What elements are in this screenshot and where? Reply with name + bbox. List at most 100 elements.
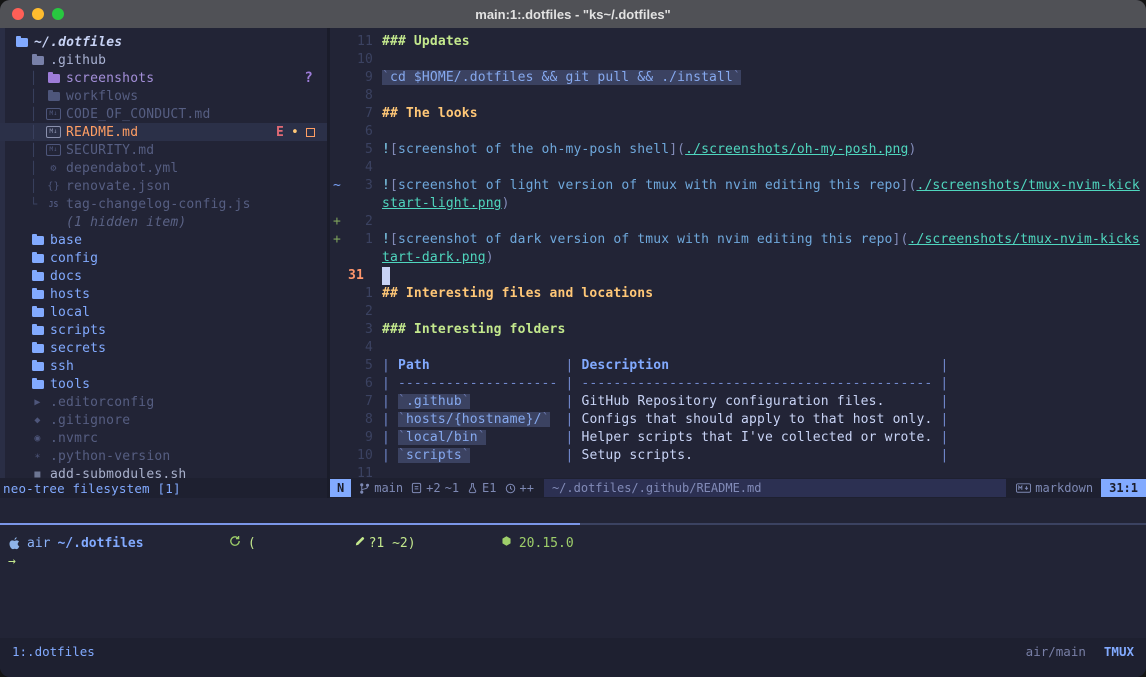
- tree-item-code_of_conduct.md[interactable]: │M↓CODE_OF_CONDUCT.md: [0, 105, 327, 123]
- tree-item-.editorconfig[interactable]: ▶.editorconfig: [0, 393, 327, 411]
- gear-icon: ⚙: [46, 163, 61, 174]
- line-text: ![screenshot of the oh-my-posh shell](./…: [382, 141, 917, 159]
- tree-item-.python-version[interactable]: ∗.python-version: [0, 447, 327, 465]
- line-text: ![screenshot of light version of tmux wi…: [382, 177, 1140, 195]
- tree-item-tag-changelog-config.js[interactable]: └JStag-changelog-config.js: [0, 195, 327, 213]
- diff-added: +2: [426, 481, 440, 495]
- tree-indent-guide: │: [30, 179, 46, 193]
- extra-segment: ++: [505, 481, 534, 495]
- tree-item-1-hidden-item[interactable]: (1 hidden item): [0, 213, 327, 231]
- tree-indent-guide: │: [30, 125, 46, 139]
- gutter-sign: [330, 267, 348, 285]
- line-text: ### Interesting folders: [382, 321, 565, 339]
- nvim-statusline: N main +2: [330, 478, 1146, 498]
- tree-item-tools[interactable]: tools: [0, 375, 327, 393]
- gutter-sign: [330, 303, 348, 321]
- line-text: | `scripts` | Setup scripts. |: [382, 447, 948, 465]
- editor-line[interactable]: 9`cd $HOME/.dotfiles && git pull && ./in…: [330, 69, 1146, 87]
- tree-item-label: .editorconfig: [50, 395, 154, 410]
- editor-pane[interactable]: 11### Updates 10 9`cd $HOME/.dotfiles &&…: [330, 28, 1146, 498]
- tree-item-label: README.md: [66, 125, 138, 140]
- tree-indent-guide: │: [30, 71, 46, 85]
- line-number: [348, 249, 373, 267]
- tree-item-.dotfiles[interactable]: ~/.dotfiles: [0, 33, 327, 51]
- editor-buffer[interactable]: 11### Updates 10 9`cd $HOME/.dotfiles &&…: [330, 28, 1146, 478]
- node-icon: [423, 520, 512, 566]
- cursor-position: 31:1: [1101, 479, 1146, 497]
- js-icon: JS: [46, 200, 61, 209]
- tree-item-hosts[interactable]: hosts: [0, 285, 327, 303]
- line-number: 10: [348, 447, 373, 465]
- line-number: 9: [348, 69, 373, 87]
- tree-item-config[interactable]: config: [0, 249, 327, 267]
- editor-line[interactable]: 9| `local/bin` | Helper scripts that I'v…: [330, 429, 1146, 447]
- gutter-sign: [330, 447, 348, 465]
- line-number: 2: [348, 213, 373, 231]
- tree-item-renovate.json[interactable]: │{}renovate.json: [0, 177, 327, 195]
- line-text: | `hosts/{hostname}/` | Configs that sho…: [382, 411, 948, 429]
- line-number: 7: [348, 393, 373, 411]
- tree-item-dependabot.yml[interactable]: │⚙dependabot.yml: [0, 159, 327, 177]
- tree-item-scripts[interactable]: scripts: [0, 321, 327, 339]
- editor-line[interactable]: +2: [330, 213, 1146, 231]
- editor-line[interactable]: start-light.png): [330, 195, 1146, 213]
- text-cursor: [382, 267, 390, 285]
- markdown-icon: [1016, 483, 1031, 493]
- tree-item-base[interactable]: base: [0, 231, 327, 249]
- diagnostics-segment: E1: [467, 481, 496, 495]
- tree-item-local[interactable]: local: [0, 303, 327, 321]
- terminal-window: main:1:.dotfiles - "ks~/.dotfiles" ~/.do…: [0, 0, 1146, 677]
- tree-indent-guide: │: [30, 161, 46, 175]
- editor-line[interactable]: 10: [330, 51, 1146, 69]
- editor-line[interactable]: 4: [330, 339, 1146, 357]
- gutter-sign: [330, 339, 348, 357]
- editor-line[interactable]: 1## Interesting files and locations: [330, 285, 1146, 303]
- gutter-sign: [330, 375, 348, 393]
- shell-script-icon: ■: [30, 469, 45, 479]
- tmux-session-name: air/main: [1026, 644, 1086, 659]
- editor-line[interactable]: 6| -------------------- | --------------…: [330, 375, 1146, 393]
- editor-line[interactable]: 8| `hosts/{hostname}/` | Configs that sh…: [330, 411, 1146, 429]
- tree-item-screenshots[interactable]: │screenshots?: [0, 69, 327, 87]
- editor-line[interactable]: +1![screenshot of dark version of tmux w…: [330, 231, 1146, 249]
- gutter-sign: [330, 249, 348, 267]
- markdown-file-icon: M↓: [46, 144, 61, 156]
- editor-line[interactable]: tart-dark.png): [330, 249, 1146, 267]
- tree-item-security.md[interactable]: │M↓SECURITY.md: [0, 141, 327, 159]
- line-number: 6: [348, 375, 373, 393]
- editor-line[interactable]: ~3![screenshot of light version of tmux …: [330, 177, 1146, 195]
- tree-item-workflows[interactable]: │workflows: [0, 87, 327, 105]
- editor-line[interactable]: 8: [330, 87, 1146, 105]
- shell-pane[interactable]: air ~/.dotfiles ( ?1 ~2): [0, 525, 1146, 638]
- editor-line[interactable]: 7| `.github` | GitHub Repository configu…: [330, 393, 1146, 411]
- editor-line[interactable]: 4: [330, 159, 1146, 177]
- tree-item-.github[interactable]: .github: [0, 51, 327, 69]
- tree-item-readme.md[interactable]: │M↓README.mdE•: [0, 123, 327, 141]
- neotree-panel: ~/.dotfiles .github│screenshots?│workflow…: [0, 28, 330, 498]
- tree-item-label: scripts: [50, 323, 106, 338]
- editor-line[interactable]: 31: [330, 267, 1146, 285]
- editor-line[interactable]: 11: [330, 465, 1146, 478]
- folder-open-icon: [14, 38, 29, 47]
- editor-line[interactable]: 11### Updates: [330, 33, 1146, 51]
- gutter-sign: [330, 393, 348, 411]
- editor-line[interactable]: 6: [330, 123, 1146, 141]
- tree-item-docs[interactable]: docs: [0, 267, 327, 285]
- tree-item-add-submodules.sh[interactable]: ■add-submodules.sh: [0, 465, 327, 478]
- tree-item-.nvmrc[interactable]: ◉.nvmrc: [0, 429, 327, 447]
- editor-line[interactable]: 10 | `scripts` | Setup scripts. |: [330, 447, 1146, 465]
- line-text: start-light.png): [382, 195, 510, 213]
- editor-line[interactable]: 2: [330, 303, 1146, 321]
- editor-line[interactable]: 5![screenshot of the oh-my-posh shell](.…: [330, 141, 1146, 159]
- line-text: ### Updates: [382, 33, 470, 51]
- editor-line[interactable]: 3### Interesting folders: [330, 321, 1146, 339]
- folder-icon: [30, 236, 45, 245]
- editor-line[interactable]: 7## The looks: [330, 105, 1146, 123]
- tree-item-secrets[interactable]: secrets: [0, 339, 327, 357]
- tmux-window-item[interactable]: 1:.dotfiles: [12, 644, 95, 659]
- tree-item-label: .github: [50, 53, 106, 68]
- editor-line[interactable]: 5| Path | Description |: [330, 357, 1146, 375]
- tree-item-.gitignore[interactable]: ◆.gitignore: [0, 411, 327, 429]
- tree-item-ssh[interactable]: ssh: [0, 357, 327, 375]
- tree-item-label: base: [50, 233, 82, 248]
